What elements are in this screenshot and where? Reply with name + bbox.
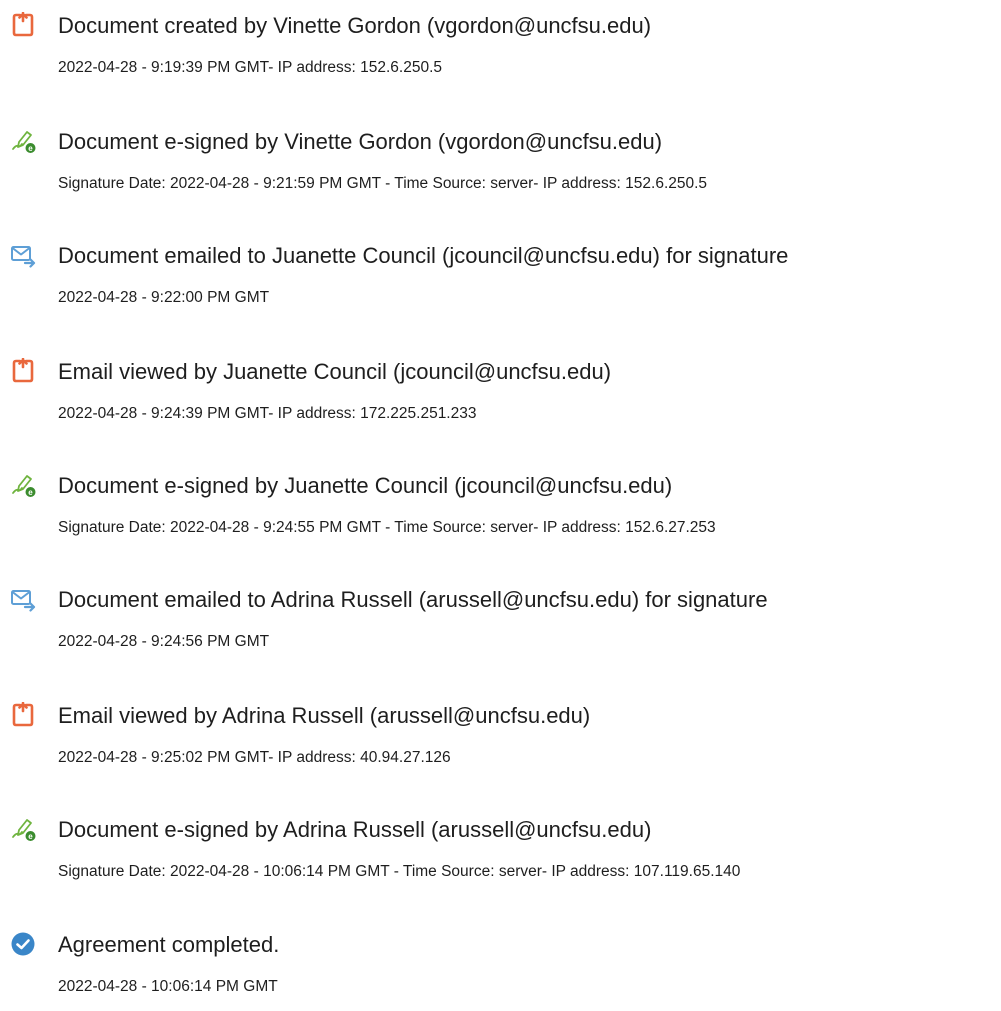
event-title: Document e-signed by Juanette Council (j… xyxy=(58,473,673,498)
event-title: Agreement completed. xyxy=(58,932,280,957)
event-detail: 2022-04-28 - 9:19:39 PM GMT- IP address:… xyxy=(58,59,442,76)
event-title: Document e-signed by Adrina Russell (aru… xyxy=(58,817,652,842)
event-detail: 2022-04-28 - 10:06:14 PM GMT xyxy=(58,978,278,995)
svg-text:e: e xyxy=(28,832,33,841)
event-title: Document emailed to Adrina Russell (arus… xyxy=(58,587,768,612)
event-title: Email viewed by Juanette Council (jcounc… xyxy=(58,359,612,384)
e-signed-pen-icon: e xyxy=(10,816,36,842)
event-title: Document e-signed by Vinette Gordon (vgo… xyxy=(58,129,663,154)
email-viewed-icon xyxy=(10,702,36,728)
e-signed-pen-icon: e xyxy=(10,128,36,154)
email-viewed-icon xyxy=(10,358,36,384)
history-event: Document created by Vinette Gordon (vgor… xyxy=(0,12,1001,92)
event-detail: 2022-04-28 - 9:22:00 PM GMT xyxy=(58,289,270,306)
event-title: Email viewed by Adrina Russell (arussell… xyxy=(58,703,591,728)
history-event: Agreement completed. 2022-04-28 - 10:06:… xyxy=(0,931,1001,1011)
history-event: Document emailed to Adrina Russell (arus… xyxy=(0,586,1001,666)
event-detail: Signature Date: 2022-04-28 - 10:06:14 PM… xyxy=(58,863,741,880)
event-detail: 2022-04-28 - 9:24:56 PM GMT xyxy=(58,633,270,650)
event-detail: Signature Date: 2022-04-28 - 9:24:55 PM … xyxy=(58,519,716,536)
email-sent-icon xyxy=(10,586,36,612)
history-event: e Document e-signed by Juanette Council … xyxy=(0,472,1001,552)
history-event: e Document e-signed by Adrina Russell (a… xyxy=(0,816,1001,896)
e-signed-pen-icon: e xyxy=(10,472,36,498)
event-detail: 2022-04-28 - 9:24:39 PM GMT- IP address:… xyxy=(58,405,477,422)
history-event: Email viewed by Juanette Council (jcounc… xyxy=(0,358,1001,438)
history-event: e Document e-signed by Vinette Gordon (v… xyxy=(0,128,1001,208)
svg-text:e: e xyxy=(28,144,33,153)
history-event: Email viewed by Adrina Russell (arussell… xyxy=(0,702,1001,782)
email-sent-icon xyxy=(10,242,36,268)
history-event: Document emailed to Juanette Council (jc… xyxy=(0,242,1001,322)
event-title: Document emailed to Juanette Council (jc… xyxy=(58,243,789,268)
svg-text:e: e xyxy=(28,488,33,497)
event-detail: Signature Date: 2022-04-28 - 9:21:59 PM … xyxy=(58,175,708,192)
event-title: Document created by Vinette Gordon (vgor… xyxy=(58,13,652,38)
check-circle-icon xyxy=(10,931,36,957)
event-detail: 2022-04-28 - 9:25:02 PM GMT- IP address:… xyxy=(58,749,451,766)
document-created-icon xyxy=(10,12,36,38)
